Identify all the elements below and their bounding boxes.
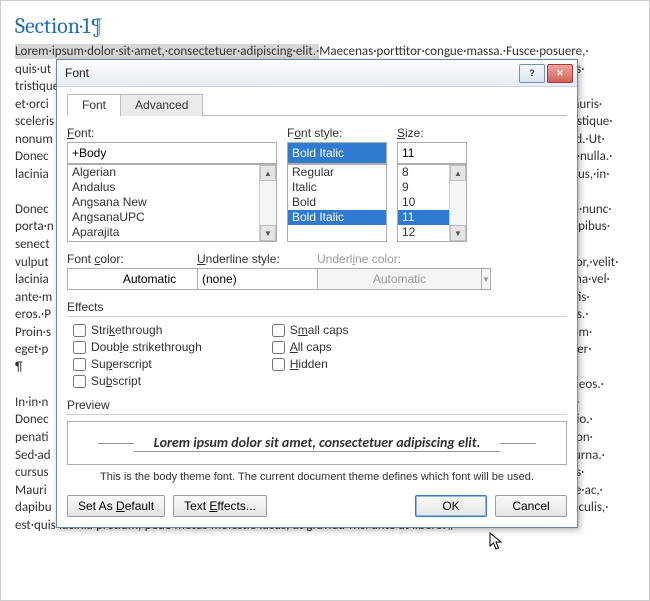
list-item[interactable]: Andalus: [68, 180, 260, 195]
preview-label: Preview: [67, 398, 567, 412]
document-page: Section·1¶ Lorem·ipsum·dolor·sit·amet,·c…: [0, 0, 650, 601]
check-hidden[interactable]: Hidden: [272, 357, 349, 371]
check-all-caps[interactable]: All caps: [272, 340, 349, 354]
size-input[interactable]: [397, 142, 467, 164]
dialog-titlebar[interactable]: Font ? ✕: [57, 60, 577, 87]
cursor-icon: [489, 532, 505, 557]
doc-heading: Section·1¶: [15, 13, 635, 39]
font-listbox[interactable]: Algerian Andalus Angsana New AngsanaUPC …: [67, 164, 277, 242]
fontcolor-combo[interactable]: ▼: [67, 268, 187, 290]
check-strikethrough[interactable]: Strikethrough: [73, 323, 202, 337]
size-listbox[interactable]: 8 9 10 11 12 ▲▼: [397, 164, 467, 242]
chevron-down-icon: ▼: [482, 268, 491, 290]
scrollbar[interactable]: ▲▼: [449, 165, 466, 241]
check-subscript[interactable]: Subscript: [73, 374, 202, 388]
set-as-default-button[interactable]: Set As Default: [67, 495, 165, 517]
scrollbar[interactable]: ▲▼: [259, 165, 276, 241]
size-label: Size:: [397, 126, 467, 140]
list-item[interactable]: Italic: [288, 180, 386, 195]
fontstyle-listbox[interactable]: Regular Italic Bold Bold Italic: [287, 164, 387, 242]
list-item[interactable]: Bold Italic: [288, 210, 386, 225]
preview-box: Lorem ipsum dolor sit amet, consectetuer…: [67, 421, 567, 465]
underlinecolor-combo: ▼: [317, 268, 437, 290]
ok-button[interactable]: OK: [415, 495, 487, 517]
cancel-button[interactable]: Cancel: [495, 495, 567, 517]
tab-font[interactable]: Font: [67, 94, 121, 116]
list-item[interactable]: Regular: [288, 165, 386, 180]
fontstyle-input[interactable]: [287, 142, 387, 164]
fontcolor-label: Font color:: [67, 252, 187, 266]
tab-advanced[interactable]: Advanced: [120, 94, 203, 116]
font-input[interactable]: [67, 142, 277, 164]
list-item[interactable]: 8: [398, 165, 450, 180]
underlinestyle-combo[interactable]: ▼: [197, 268, 307, 290]
list-item[interactable]: AngsanaUPC: [68, 210, 260, 225]
effects-label: Effects: [67, 300, 567, 314]
preview-hint: This is the body theme font. The current…: [67, 471, 567, 483]
list-item[interactable]: Algerian: [68, 165, 260, 180]
list-item[interactable]: Bold: [288, 195, 386, 210]
list-item[interactable]: 12: [398, 225, 450, 240]
effects-group: Strikethrough Double strikethrough Super…: [67, 323, 567, 388]
check-small-caps[interactable]: Small caps: [272, 323, 349, 337]
check-superscript[interactable]: Superscript: [73, 357, 202, 371]
fontstyle-label: Font style:: [287, 126, 387, 140]
underlinecolor-label: Underline color:: [317, 252, 437, 266]
dialog-tabs: Font Advanced: [67, 93, 567, 116]
underlinestyle-label: Underline style:: [197, 252, 307, 266]
list-item[interactable]: 10: [398, 195, 450, 210]
list-item[interactable]: 9: [398, 180, 450, 195]
underlinecolor-value: [317, 268, 482, 290]
font-label: Font:: [67, 126, 277, 140]
list-item[interactable]: Angsana New: [68, 195, 260, 210]
help-button[interactable]: ?: [519, 64, 545, 83]
preview-text: Lorem ipsum dolor sit amet, consectetuer…: [134, 434, 501, 452]
list-item[interactable]: Aparajita: [68, 225, 260, 240]
close-button[interactable]: ✕: [547, 64, 573, 83]
dialog-title: Font: [65, 66, 517, 80]
text-effects-button[interactable]: Text Effects...: [173, 495, 267, 517]
font-dialog: Font ? ✕ Font Advanced Font: Algerian An…: [56, 59, 578, 528]
check-double-strikethrough[interactable]: Double strikethrough: [73, 340, 202, 354]
selected-text: Lorem·ipsum·dolor·sit·amet,·consectetuer…: [15, 44, 319, 59]
list-item[interactable]: 11: [398, 210, 450, 225]
